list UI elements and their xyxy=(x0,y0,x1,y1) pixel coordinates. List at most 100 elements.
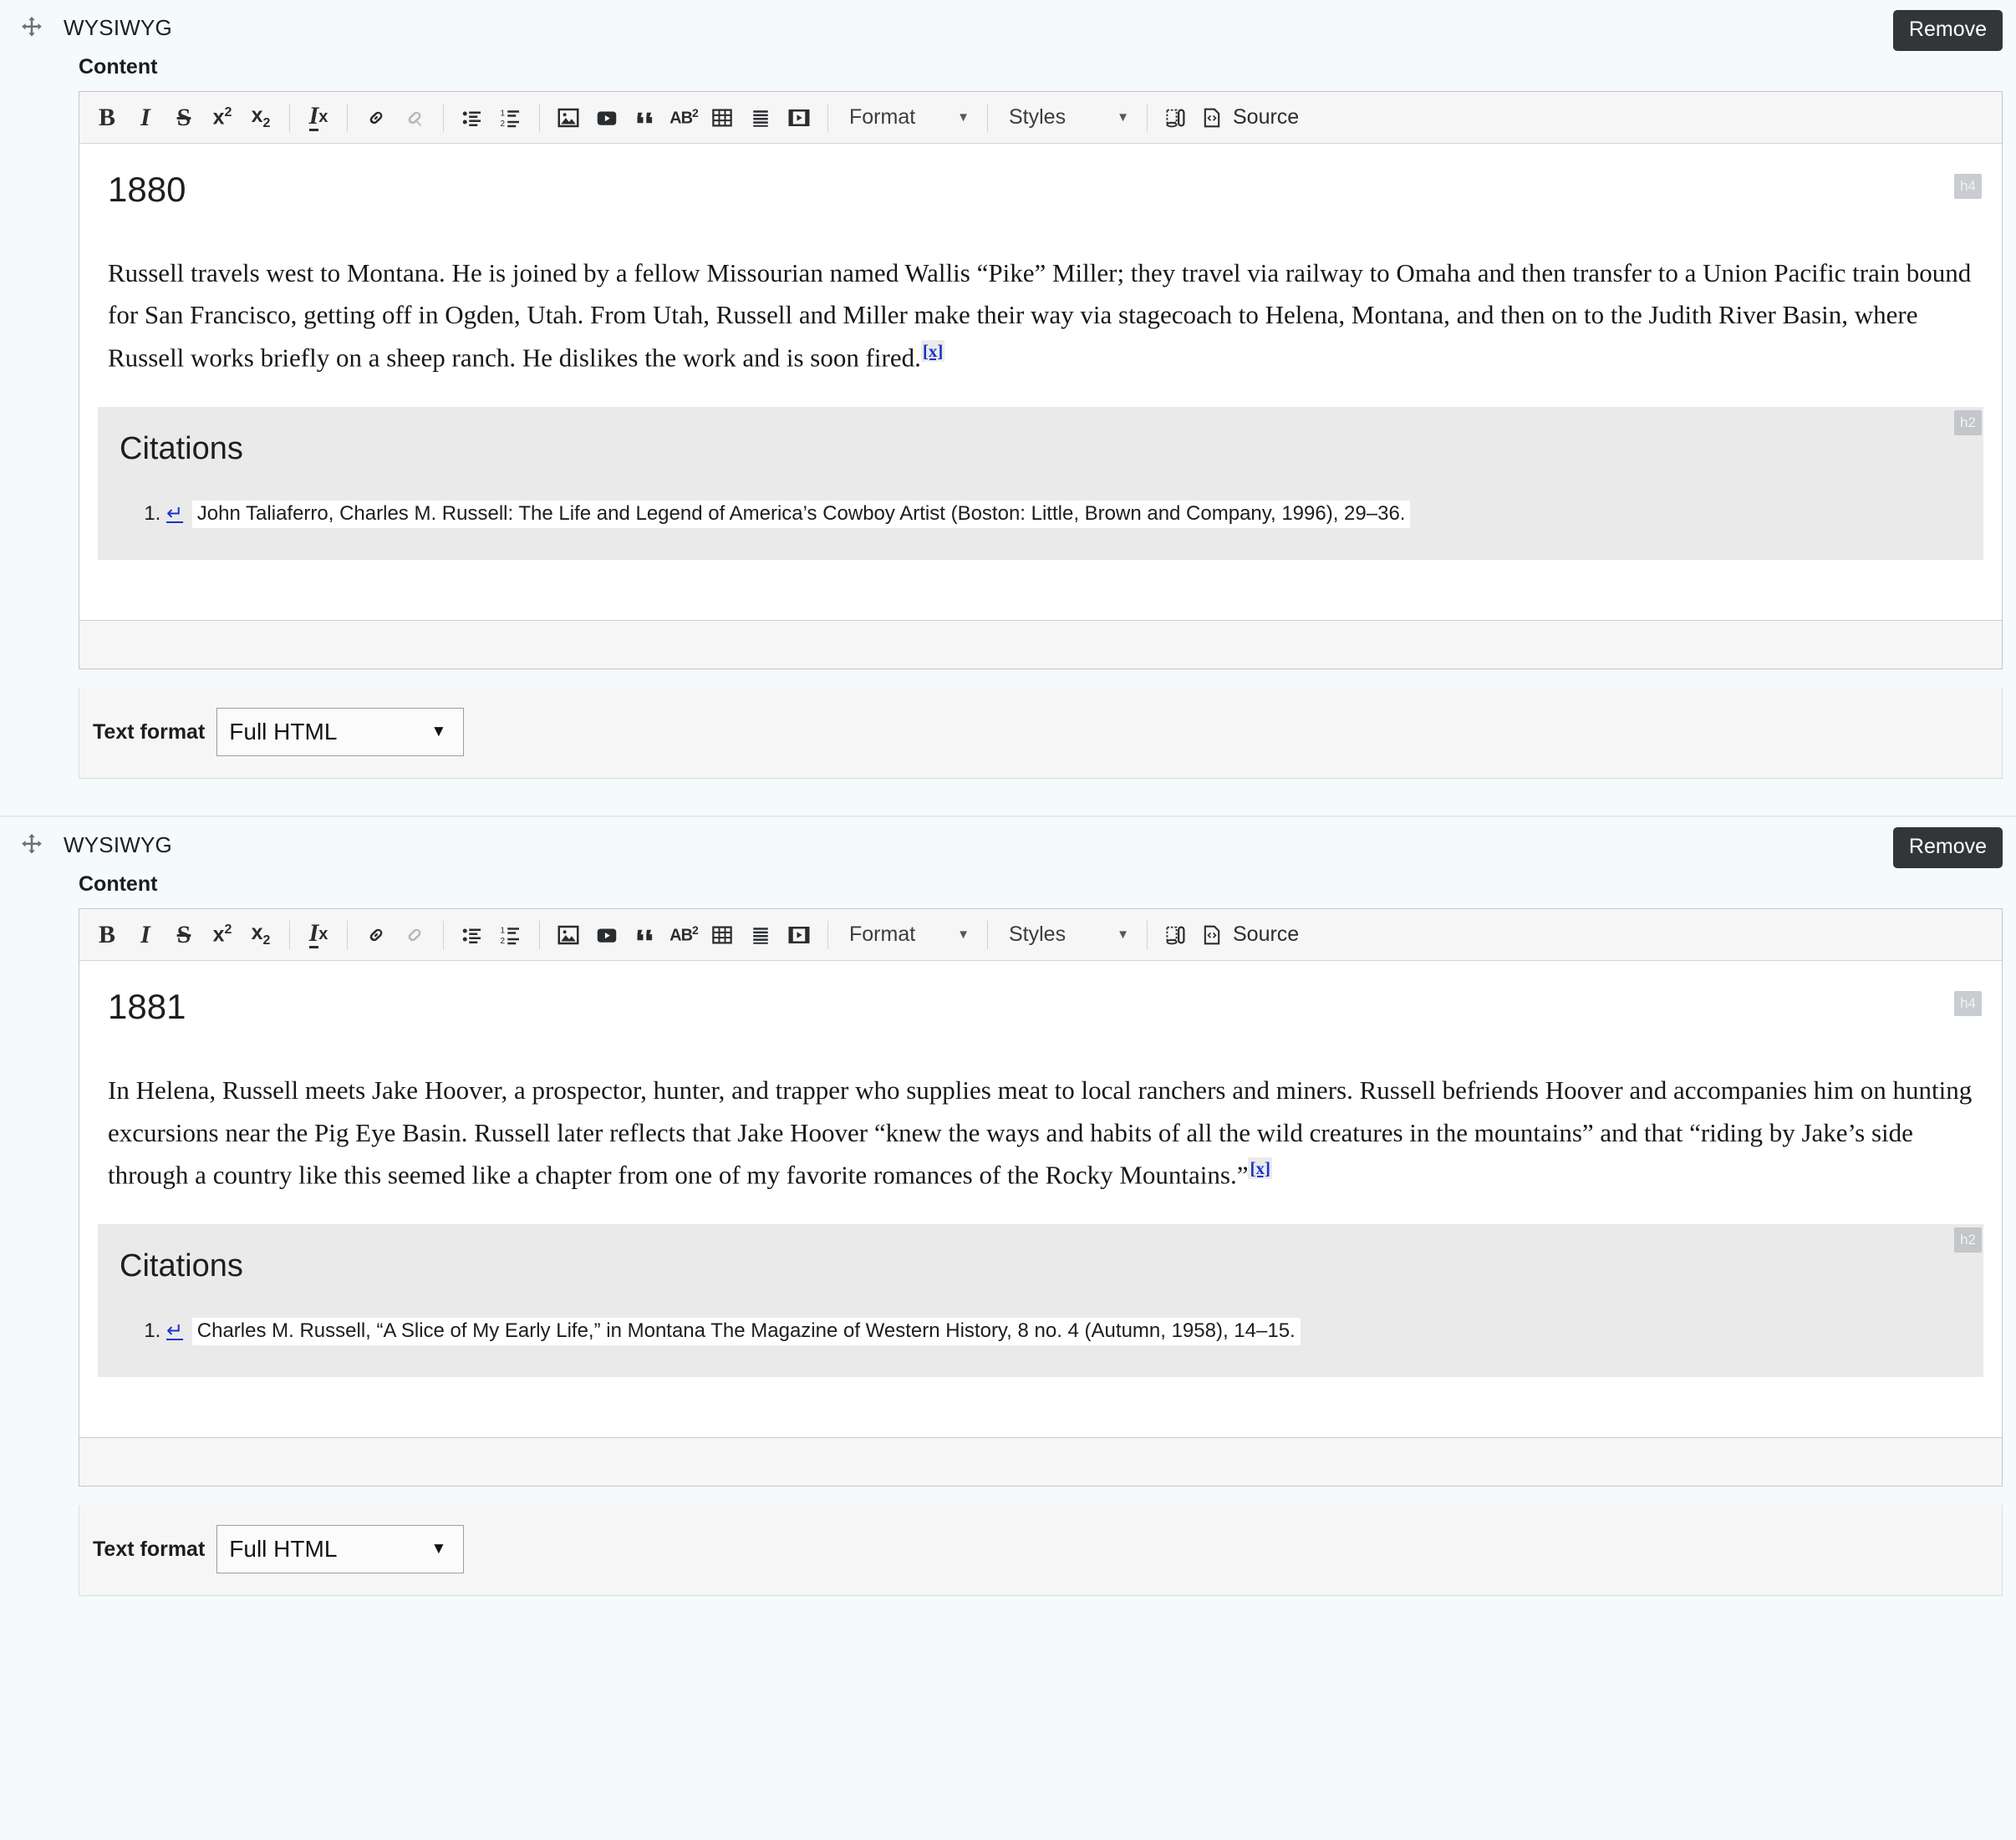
text-format-label: Text format xyxy=(93,719,206,744)
bulleted-list-icon[interactable] xyxy=(453,99,491,137)
numbered-list-icon[interactable]: 12 xyxy=(491,99,530,137)
blockquote-icon[interactable] xyxy=(626,916,664,954)
styles-dropdown-label: Styles xyxy=(1009,105,1067,129)
source-label: Source xyxy=(1233,105,1300,129)
format-dropdown[interactable]: Format ▼ xyxy=(837,917,978,953)
remove-format-icon[interactable]: Ix xyxy=(299,916,338,954)
editor-blank-space[interactable] xyxy=(98,1377,1983,1433)
body-paragraph[interactable]: In Helena, Russell meets Jake Hoover, a … xyxy=(98,1070,1983,1196)
chevron-down-icon: ▼ xyxy=(1117,928,1129,943)
row-label: WYSIWYG xyxy=(64,831,172,857)
body-paragraph-text: In Helena, Russell meets Jake Hoover, a … xyxy=(108,1075,1973,1190)
footnote-link[interactable]: [x] xyxy=(920,339,945,362)
block-tag-h2: h2 xyxy=(1954,1228,1982,1253)
horizontal-rule-icon[interactable] xyxy=(741,916,780,954)
citation-list: ↵ John Taliaferro, Charles M. Russell: T… xyxy=(120,500,1962,528)
editor-content-area[interactable]: 1881 h4 In Helena, Russell meets Jake Ho… xyxy=(79,961,2002,1438)
format-dropdown[interactable]: Format ▼ xyxy=(837,99,978,136)
citations-block[interactable]: Citations h2 ↵ John Taliaferro, Charles … xyxy=(98,407,1983,561)
wysiwyg-field-row: WYSIWYG Remove Content B I S x2 x2 Ix 1 xyxy=(0,816,2016,1629)
editor-content-area[interactable]: 1880 h4 Russell travels west to Montana.… xyxy=(79,144,2002,621)
abbreviation-icon[interactable]: AB2 xyxy=(664,916,703,954)
italic-icon[interactable]: I xyxy=(126,99,165,137)
body-paragraph[interactable]: Russell travels west to Montana. He is j… xyxy=(98,252,1983,379)
image-icon[interactable] xyxy=(549,916,588,954)
media-icon[interactable] xyxy=(780,916,818,954)
toolbar-separator xyxy=(347,103,348,132)
unlink-icon xyxy=(395,916,434,954)
citations-title: Citations xyxy=(120,431,243,467)
subscript-icon[interactable]: x2 xyxy=(242,99,280,137)
text-format-bar: Text format Full HTML ▼ xyxy=(79,1505,2003,1597)
link-icon[interactable] xyxy=(357,916,395,954)
citation-backref-icon[interactable]: ↵ xyxy=(166,1319,183,1342)
heading-block[interactable]: 1880 h4 xyxy=(98,170,1983,209)
strikethrough-icon[interactable]: S xyxy=(165,916,203,954)
styles-dropdown[interactable]: Styles ▼ xyxy=(997,917,1138,953)
wysiwyg-editor: B I S x2 x2 Ix 12 AB2 Format ▼ Styles ▼ … xyxy=(79,91,2003,670)
chevron-down-icon: ▼ xyxy=(957,110,970,125)
row-header: WYSIWYG Remove xyxy=(0,817,2016,872)
text-format-select[interactable]: Full HTML ▼ xyxy=(216,708,465,757)
styles-dropdown[interactable]: Styles ▼ xyxy=(997,99,1138,136)
abbreviation-icon[interactable]: AB2 xyxy=(664,99,703,137)
chevron-down-icon: ▼ xyxy=(957,928,970,943)
chevron-down-icon: ▼ xyxy=(1117,110,1129,125)
strikethrough-icon[interactable]: S xyxy=(165,99,203,137)
text-format-bar: Text format Full HTML ▼ xyxy=(79,688,2003,780)
subscript-icon[interactable]: x2 xyxy=(242,916,280,954)
toolbar-separator xyxy=(539,920,540,949)
toolbar-separator xyxy=(289,920,290,949)
editor-toolbar: B I S x2 x2 Ix 12 AB2 Format ▼ Styles ▼ … xyxy=(79,92,2002,144)
remove-button[interactable]: Remove xyxy=(1892,827,2003,869)
image-icon[interactable] xyxy=(549,99,588,137)
templates-icon[interactable] xyxy=(1157,916,1195,954)
bold-icon[interactable]: B xyxy=(88,916,126,954)
toolbar-separator xyxy=(1147,103,1148,132)
drag-handle-icon[interactable] xyxy=(0,15,64,40)
citations-block[interactable]: Citations h2 ↵ Charles M. Russell, “A Sl… xyxy=(98,1224,1983,1378)
citation-backref-icon[interactable]: ↵ xyxy=(166,502,183,525)
media-icon[interactable] xyxy=(780,99,818,137)
video-icon[interactable] xyxy=(588,99,626,137)
table-icon[interactable] xyxy=(703,99,741,137)
editor-blank-space[interactable] xyxy=(98,560,1983,616)
video-icon[interactable] xyxy=(588,916,626,954)
bold-icon[interactable]: B xyxy=(88,99,126,137)
footnote-link[interactable]: [x] xyxy=(1248,1156,1272,1179)
citation-text: John Taliaferro, Charles M. Russell: The… xyxy=(191,500,1411,528)
year-heading: 1881 xyxy=(108,987,186,1027)
drag-handle-icon[interactable] xyxy=(0,832,64,857)
toolbar-separator xyxy=(987,103,988,132)
remove-format-icon[interactable]: Ix xyxy=(299,99,338,137)
link-icon[interactable] xyxy=(357,99,395,137)
toolbar-separator xyxy=(347,920,348,949)
blockquote-icon[interactable] xyxy=(626,99,664,137)
format-dropdown-label: Format xyxy=(849,105,916,129)
content-label: Content xyxy=(79,872,158,897)
italic-icon[interactable]: I xyxy=(126,916,165,954)
list-item: ↵ John Taliaferro, Charles M. Russell: T… xyxy=(166,500,1962,528)
toolbar-separator xyxy=(539,103,540,132)
toolbar-separator xyxy=(827,103,828,132)
source-button[interactable]: Source xyxy=(1195,105,1306,130)
superscript-icon[interactable]: x2 xyxy=(203,99,242,137)
heading-block[interactable]: 1881 h4 xyxy=(98,987,1983,1027)
source-button[interactable]: Source xyxy=(1195,923,1306,947)
numbered-list-icon[interactable]: 12 xyxy=(491,916,530,954)
text-format-select[interactable]: Full HTML ▼ xyxy=(216,1525,465,1574)
templates-icon[interactable] xyxy=(1157,99,1195,137)
block-tag-h2: h2 xyxy=(1954,410,1982,436)
wysiwyg-field-row: WYSIWYG Remove Content B I S x2 x2 Ix 1 xyxy=(0,0,2016,816)
horizontal-rule-icon[interactable] xyxy=(741,99,780,137)
remove-button[interactable]: Remove xyxy=(1892,10,2003,51)
svg-text:1: 1 xyxy=(501,926,506,935)
styles-dropdown-label: Styles xyxy=(1009,923,1067,947)
source-code-icon xyxy=(1204,925,1220,944)
bulleted-list-icon[interactable] xyxy=(453,916,491,954)
table-icon[interactable] xyxy=(703,916,741,954)
toolbar-separator xyxy=(443,920,444,949)
superscript-icon[interactable]: x2 xyxy=(203,916,242,954)
